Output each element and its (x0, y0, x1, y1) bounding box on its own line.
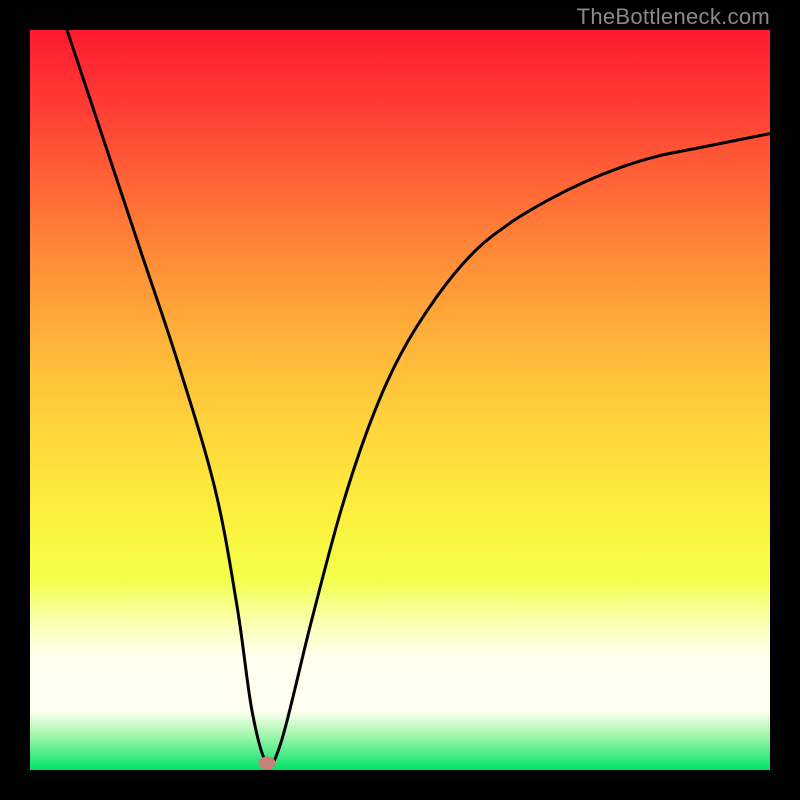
chart-svg (30, 30, 770, 770)
optimal-point-marker (258, 756, 275, 769)
watermark-text: TheBottleneck.com (577, 4, 770, 30)
plot-area (30, 30, 770, 770)
bottleneck-curve (67, 30, 770, 765)
